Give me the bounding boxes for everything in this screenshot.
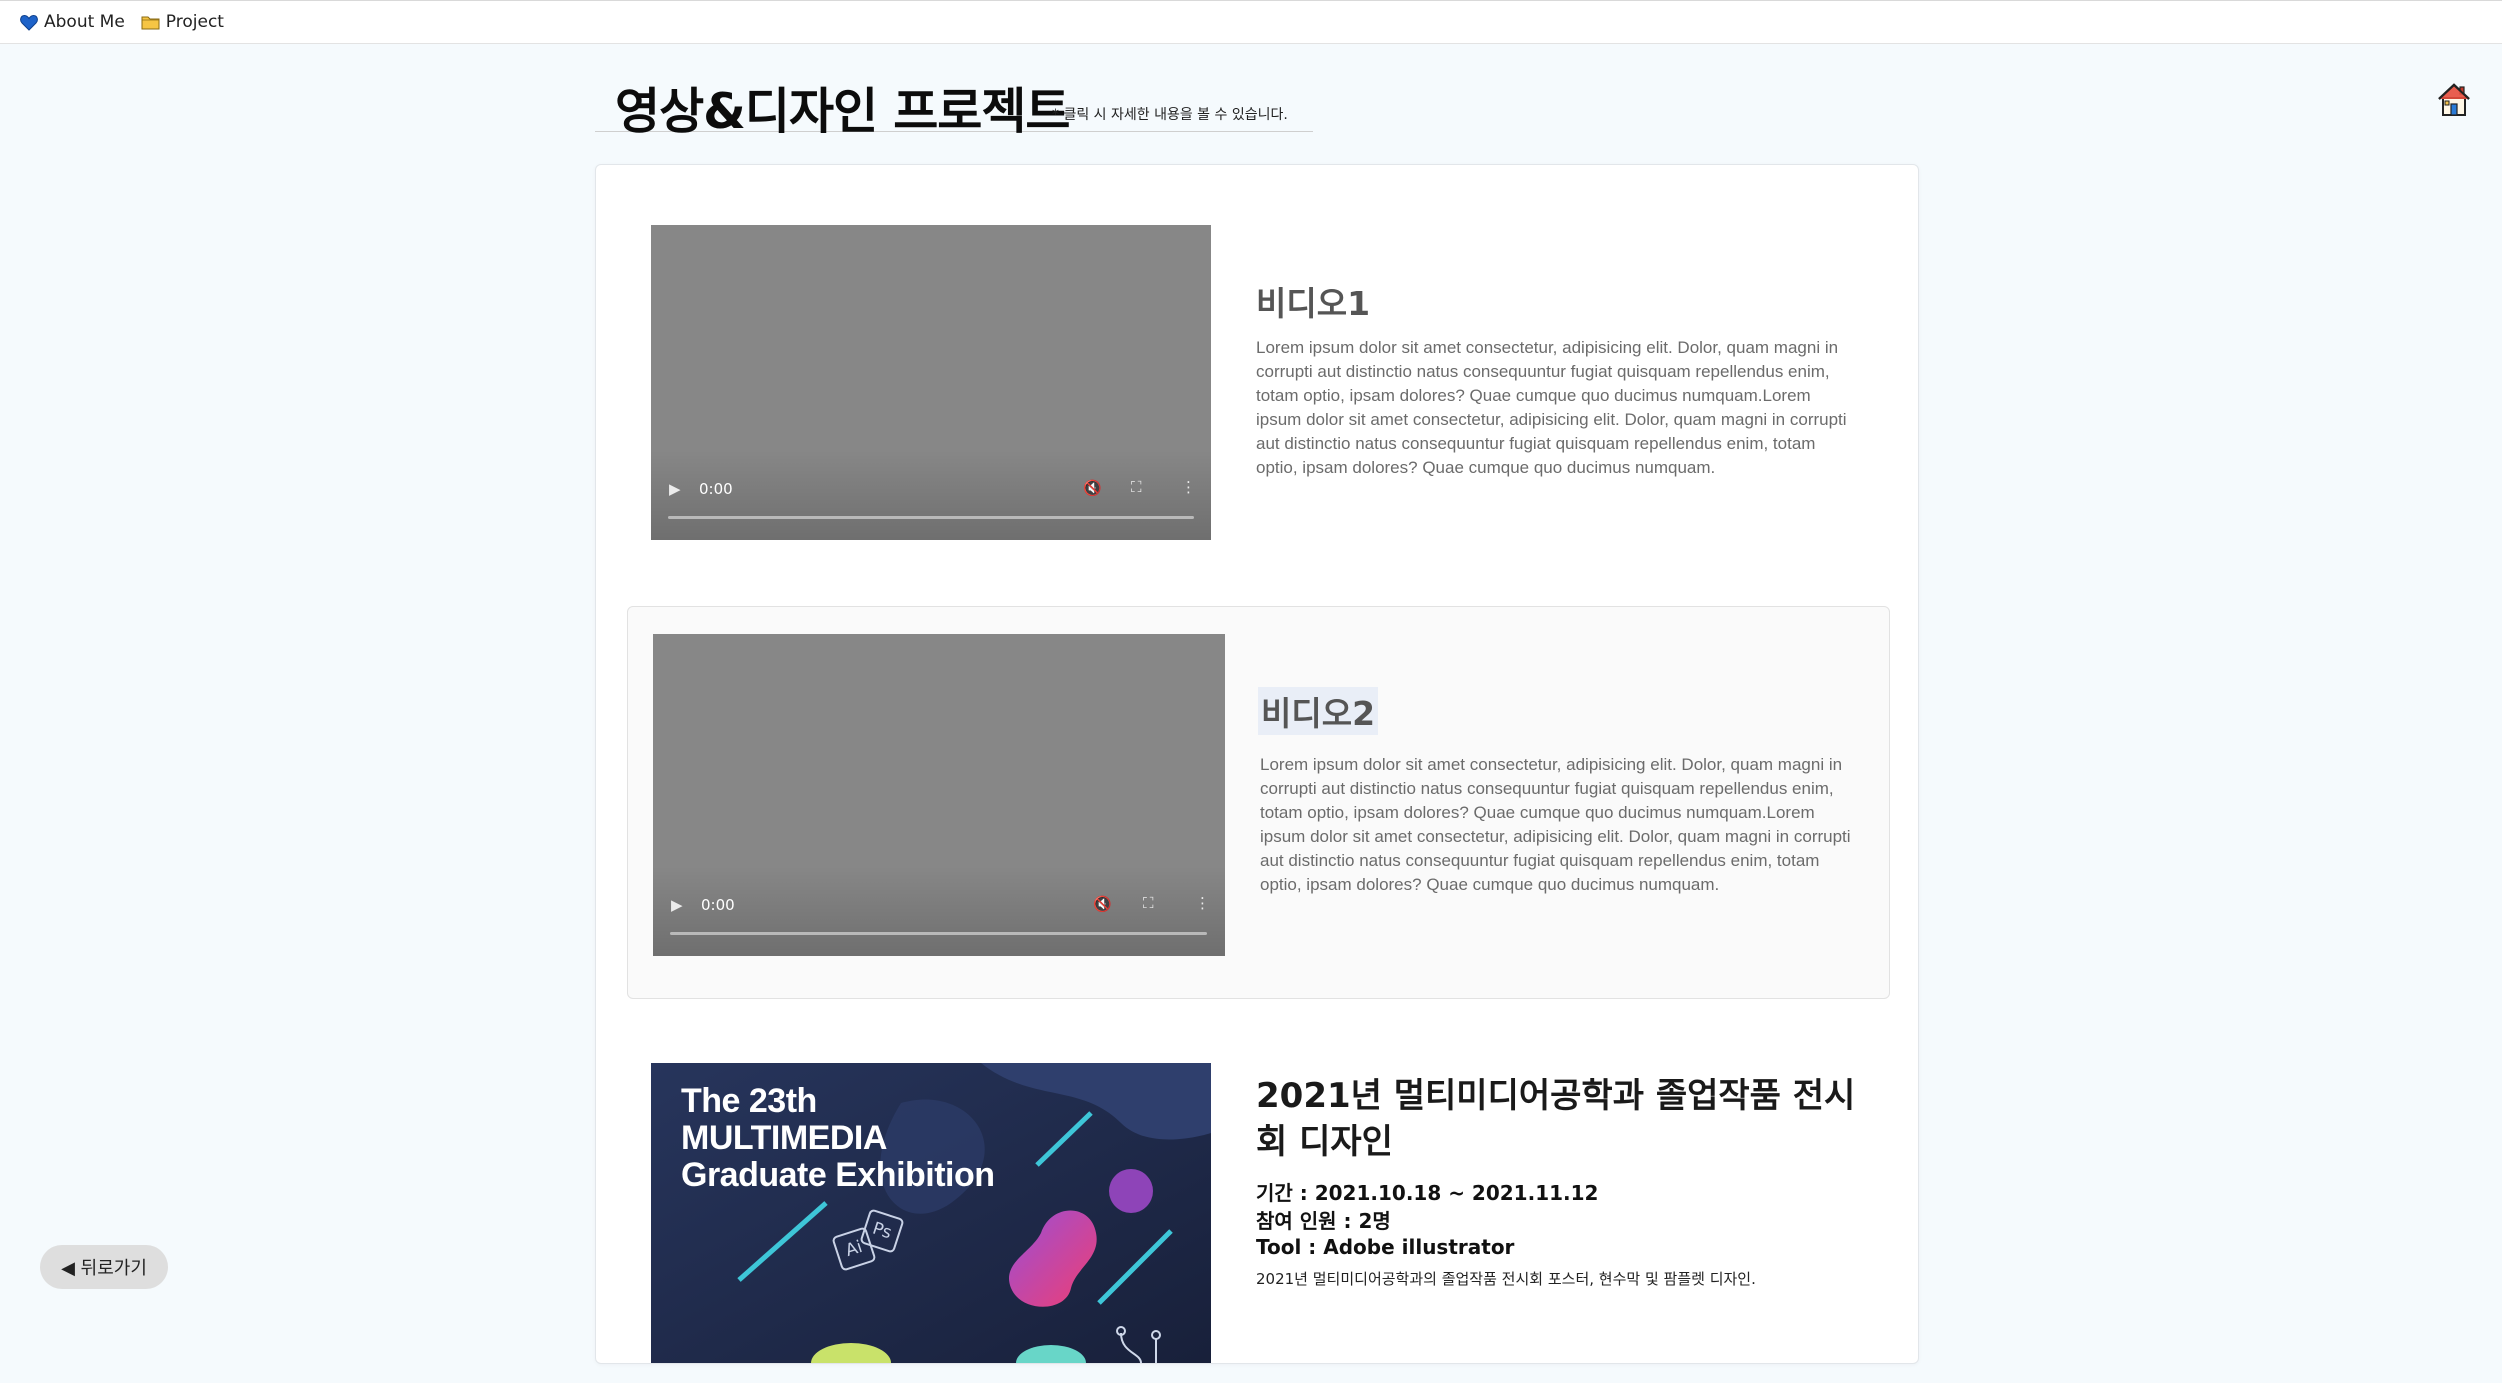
item-tool: Tool : Adobe illustrator	[1256, 1235, 1515, 1259]
nav-project-label: Project	[165, 12, 224, 32]
page-title: 영상&디자인 프로젝트	[615, 83, 1071, 140]
project-item-video2[interactable]: ▶ 0:00 🔇 ⛶ ⋮ 비디오2 Lorem ipsum dolor sit …	[627, 606, 1890, 999]
heart-icon	[20, 14, 38, 31]
mute-icon[interactable]: 🔇	[1083, 479, 1102, 497]
project-item-video1[interactable]: ▶ 0:00 🔇 ⛶ ⋮ 비디오1 Lorem ipsum dolor sit …	[626, 205, 1890, 545]
exhibition-poster: The 23th MULTIMEDIA Graduate Exhibition …	[651, 1063, 1211, 1363]
item-description: 2021년 멀티미디어공학과의 졸업작품 전시회 포스터, 현수막 및 팜플렛 …	[1256, 1270, 1756, 1288]
item-description: Lorem ipsum dolor sit amet consectetur, …	[1260, 755, 1851, 894]
fullscreen-icon[interactable]: ⛶	[1143, 894, 1154, 912]
page-note: * 클릭 시 자세한 내용을 볼 수 있습니다.	[1052, 107, 1288, 123]
nav-about-label: About Me	[44, 12, 125, 32]
mute-icon[interactable]: 🔇	[1093, 895, 1112, 913]
fullscreen-icon[interactable]: ⛶	[1131, 478, 1142, 496]
nav-about-me[interactable]: About Me	[20, 12, 125, 32]
item-description: Lorem ipsum dolor sit amet consectetur, …	[1256, 338, 1847, 477]
item-members: 참여 인원 : 2명	[1256, 1209, 1391, 1233]
project-list-card: ▶ 0:00 🔇 ⛶ ⋮ 비디오1 Lorem ipsum dolor sit …	[595, 164, 1919, 1364]
play-icon[interactable]: ▶	[671, 896, 683, 914]
item-title: 2021년 멀티미디어공학과 졸업작품 전시회 디자인	[1256, 1076, 1856, 1162]
nav-project[interactable]: Project	[141, 12, 224, 32]
more-options-icon[interactable]: ⋮	[1181, 478, 1196, 496]
top-navbar: About Me Project	[0, 0, 2502, 44]
item-title: 비디오2	[1258, 687, 1379, 735]
item-title: 비디오1	[1256, 284, 1371, 323]
folder-icon	[141, 16, 160, 30]
video-progress-bar[interactable]	[670, 932, 1207, 935]
video-progress-bar[interactable]	[668, 516, 1194, 519]
item-period: 기간 : 2021.10.18 ~ 2021.11.12	[1256, 1181, 1599, 1205]
more-options-icon[interactable]: ⋮	[1195, 894, 1210, 912]
video-player[interactable]: ▶ 0:00 🔇 ⛶ ⋮	[653, 634, 1225, 956]
video-time: 0:00	[701, 896, 735, 914]
project-item-exhibition[interactable]: The 23th MULTIMEDIA Graduate Exhibition …	[626, 1063, 1890, 1383]
page-header: 영상&디자인 프로젝트 * 클릭 시 자세한 내용을 볼 수 있습니다.	[595, 64, 1313, 140]
back-button[interactable]: ◀ 뒤로가기	[40, 1245, 168, 1289]
play-icon[interactable]: ▶	[669, 480, 681, 498]
video-player[interactable]: ▶ 0:00 🔇 ⛶ ⋮	[651, 225, 1211, 540]
video-time: 0:00	[699, 480, 733, 498]
poster-headline: The 23th MULTIMEDIA Graduate Exhibition	[681, 1082, 995, 1194]
home-icon[interactable]	[2434, 80, 2474, 120]
